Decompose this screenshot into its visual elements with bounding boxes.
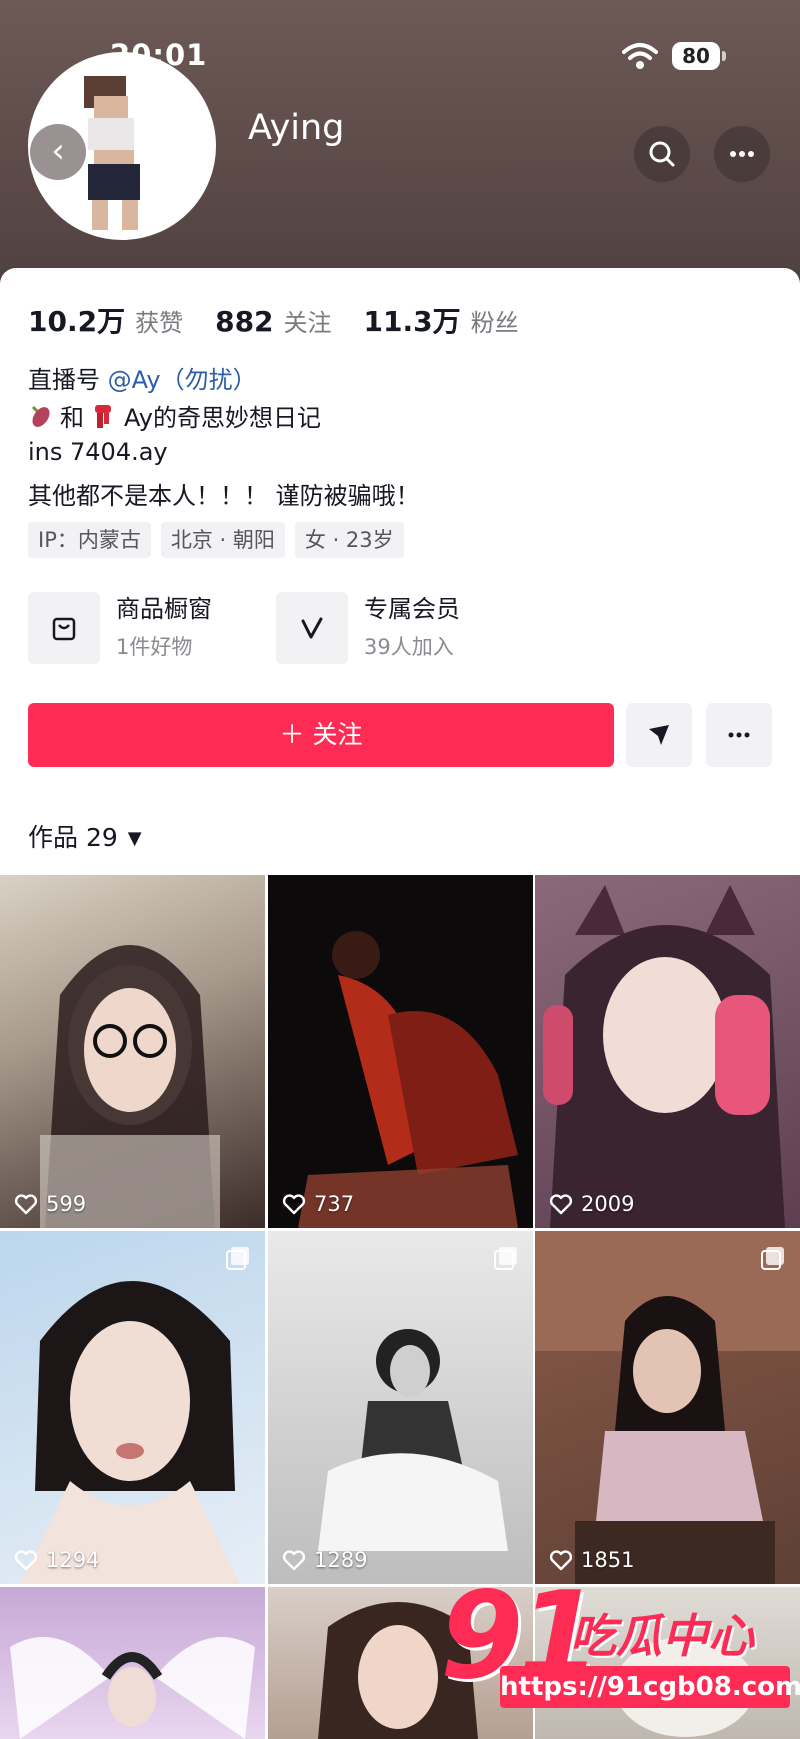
feature-title: 专属会员 <box>364 595 460 623</box>
send-message-button[interactable] <box>626 703 692 767</box>
profile-username: Aying <box>248 108 345 148</box>
video-thumbnail <box>20 1281 240 1584</box>
stat-label: 粉丝 <box>470 309 519 337</box>
like-count-text: 599 <box>46 1192 87 1216</box>
bio-live-line: 直播号 @Ay（勿扰） <box>28 360 257 395</box>
bio-live-label: 直播号 <box>28 366 100 394</box>
stat-value: 10.2万 <box>28 305 126 338</box>
video-tile[interactable] <box>0 1587 265 1739</box>
video-tile[interactable]: 1851 <box>535 1231 800 1584</box>
video-tile[interactable]: 1289 <box>268 1231 533 1584</box>
heart-icon <box>14 1194 38 1215</box>
tag-gender-age: 女 · 23岁 <box>294 522 404 558</box>
shop-window-entry[interactable]: 商品橱窗 1件好物 <box>28 592 212 664</box>
bio-line-2-text: 和 <box>60 404 84 432</box>
video-tile[interactable]: 2009 <box>535 875 800 1228</box>
caret-down-icon: ▼ <box>127 828 142 849</box>
stat-value: 11.3万 <box>363 305 461 338</box>
more-actions-button[interactable] <box>706 703 772 767</box>
heart-icon <box>282 1550 306 1571</box>
battery-cap <box>722 51 726 61</box>
video-thumbnail <box>40 945 220 1228</box>
follow-button[interactable]: ＋ 关注 <box>28 703 614 767</box>
works-label: 作品 29 <box>28 823 118 852</box>
video-thumbnail <box>535 1231 800 1584</box>
more-dots-icon <box>728 732 750 738</box>
scarf-icon <box>95 404 111 428</box>
search-button[interactable] <box>634 126 690 182</box>
membership-entry[interactable]: 专属会员 39人加入 <box>276 592 460 664</box>
site-watermark: 91 吃瓜中心 https://91cgb08.com <box>440 1572 800 1739</box>
multi-image-icon <box>226 1247 249 1270</box>
search-icon <box>649 141 675 167</box>
feature-subtitle: 1件好物 <box>116 635 193 659</box>
like-count-text: 1294 <box>46 1548 100 1572</box>
like-count: 2009 <box>549 1192 634 1216</box>
multi-image-icon <box>761 1247 784 1270</box>
more-options-button[interactable] <box>714 126 770 182</box>
profile-stats: 10.2万 获赞 882 关注 11.3万 粉丝 <box>28 300 551 340</box>
heart-icon <box>282 1194 306 1215</box>
stat-value: 882 <box>215 305 274 338</box>
stat-following[interactable]: 882 关注 <box>215 303 331 338</box>
video-thumbnail <box>543 885 785 1228</box>
video-thumbnail <box>318 1329 508 1551</box>
battery-indicator: 80 <box>672 42 720 70</box>
like-count: 737 <box>282 1192 354 1216</box>
like-count-text: 2009 <box>581 1192 635 1216</box>
like-count-text: 1289 <box>314 1548 368 1572</box>
feature-subtitle: 39人加入 <box>364 635 454 659</box>
wifi-icon <box>622 43 658 69</box>
like-count: 1289 <box>282 1548 367 1572</box>
video-tile[interactable]: 737 <box>268 875 533 1228</box>
shopping-bag-icon <box>28 592 100 664</box>
video-thumbnail <box>10 1637 255 1739</box>
works-tab[interactable]: 作品 29 ▼ <box>28 818 142 854</box>
stat-label: 获赞 <box>135 309 184 337</box>
video-thumbnail <box>298 931 518 1228</box>
video-tile[interactable]: 599 <box>0 875 265 1228</box>
watermark-url: https://91cgb08.com <box>500 1666 800 1708</box>
bio-line-4: 其他都不是本人！！！ 谨防被骗哦！ <box>28 482 420 510</box>
stat-followers[interactable]: 11.3万 粉丝 <box>364 300 519 340</box>
bio-line-2: 和 Ay的奇思妙想日记 <box>28 398 321 433</box>
heart-icon <box>549 1194 573 1215</box>
send-arrow-icon <box>649 725 669 745</box>
video-tile[interactable]: 1294 <box>0 1231 265 1584</box>
multi-image-icon <box>494 1247 517 1270</box>
like-count: 1294 <box>14 1548 99 1572</box>
stat-likes[interactable]: 10.2万 获赞 <box>28 300 183 340</box>
v-member-icon <box>276 592 348 664</box>
tag-location: 北京 · 朝阳 <box>160 522 285 558</box>
live-account-link[interactable]: @Ay（勿扰） <box>108 366 257 394</box>
watermark-text: 吃瓜中心 <box>570 1609 754 1663</box>
bio-line-3: ins 7404.ay <box>28 438 168 466</box>
like-count-text: 737 <box>314 1192 355 1216</box>
feature-title: 商品橱窗 <box>116 595 212 623</box>
tag-ip: IP：内蒙古 <box>28 522 151 558</box>
back-button[interactable]: ‹ <box>30 124 86 180</box>
like-count: 599 <box>14 1192 86 1216</box>
stat-label: 关注 <box>283 309 332 337</box>
sweet-potato-icon <box>31 405 50 427</box>
bio-line-2-suffix: Ay的奇思妙想日记 <box>124 404 321 432</box>
heart-icon <box>14 1550 38 1571</box>
more-dots-icon <box>730 151 754 157</box>
profile-tags: IP：内蒙古 北京 · 朝阳 女 · 23岁 <box>28 522 414 558</box>
